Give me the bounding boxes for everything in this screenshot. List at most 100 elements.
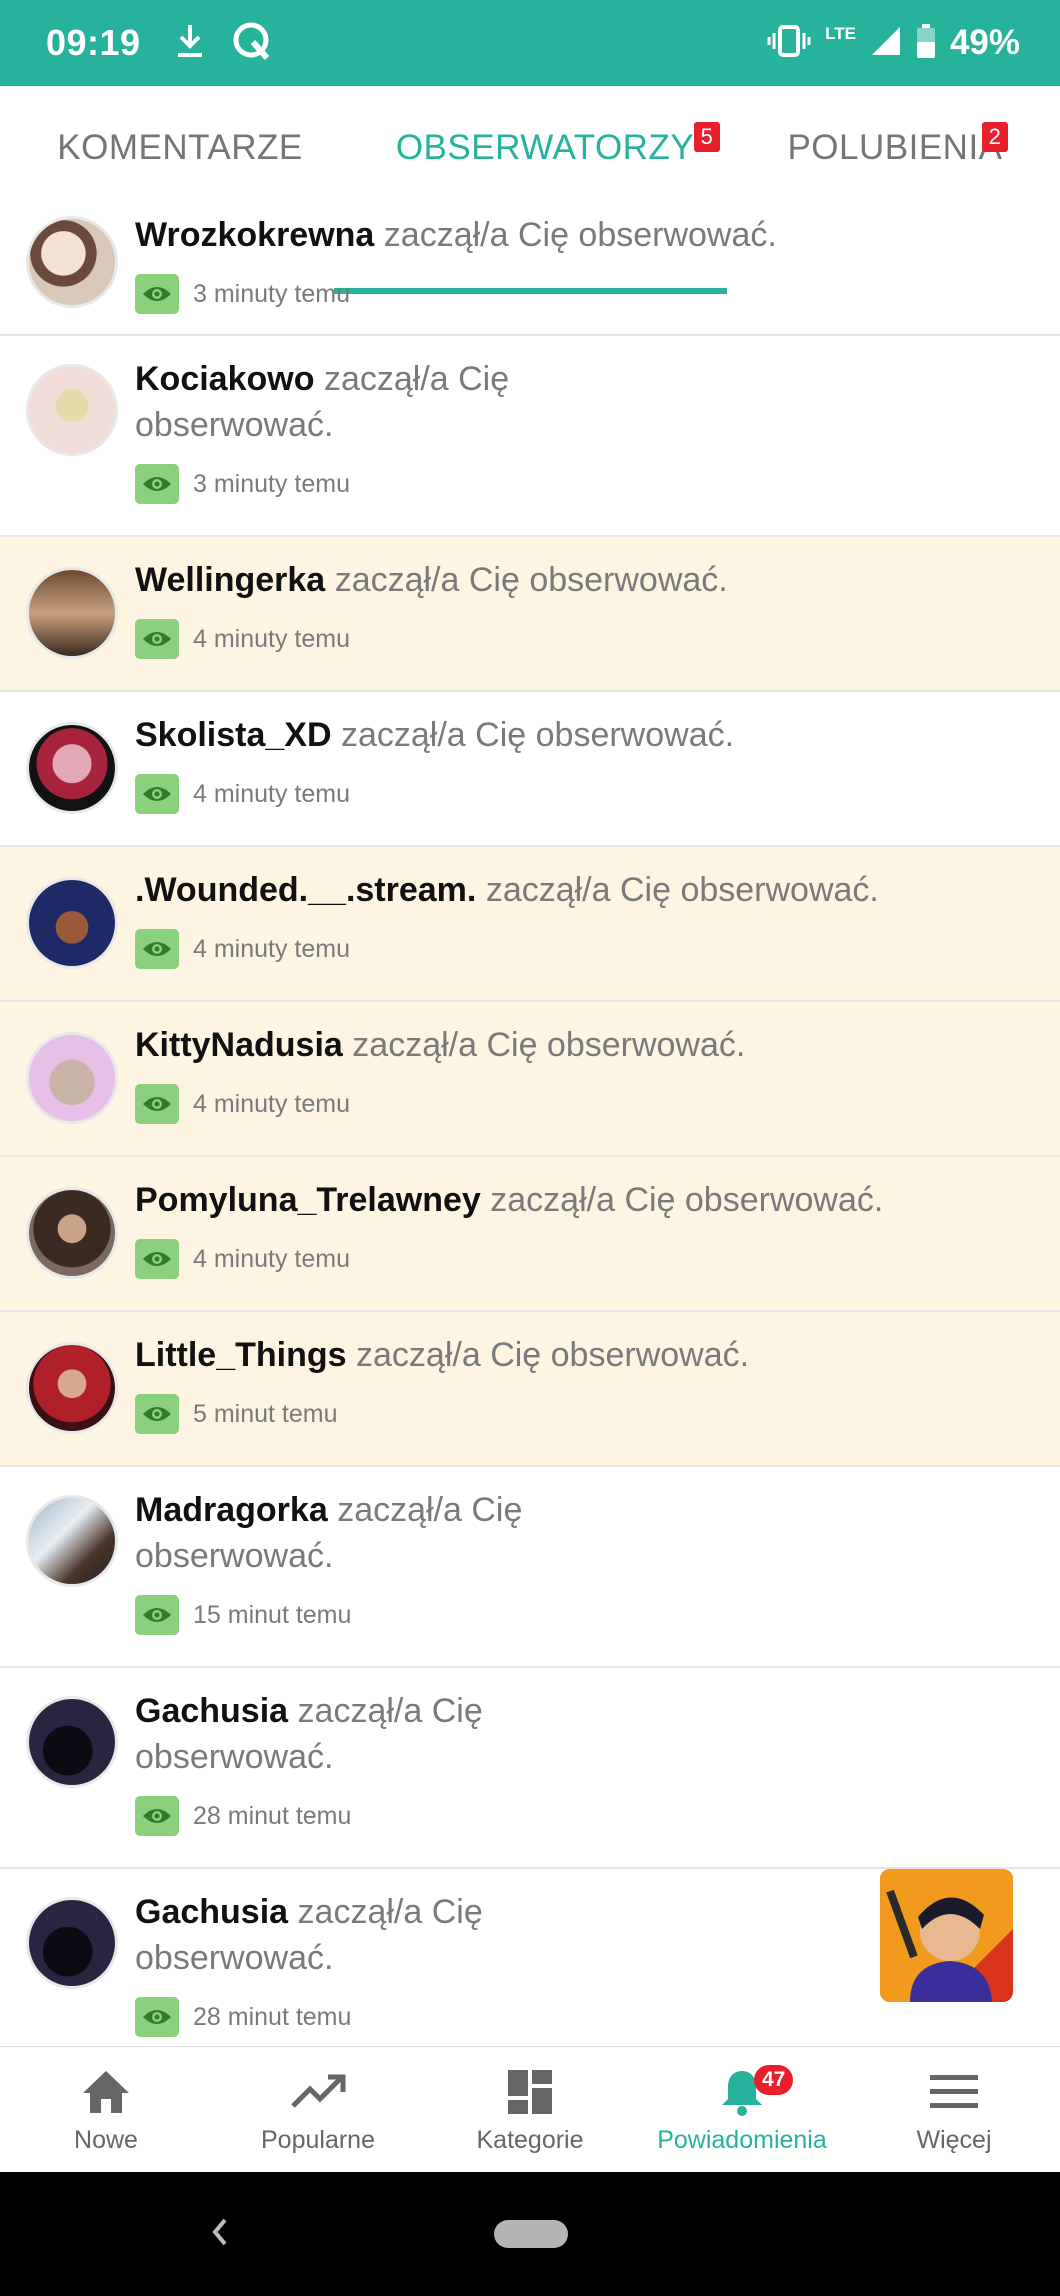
list-item[interactable]: Wrozkokrewna zaczął/a Cię obserwować. 3 … bbox=[0, 210, 1060, 336]
status-time: 09:19 bbox=[46, 22, 141, 63]
timestamp: 28 minut temu bbox=[193, 2002, 352, 2031]
eye-icon bbox=[135, 619, 179, 659]
list-item[interactable]: Pomyluna_Trelawney zaczął/a Cię obserwow… bbox=[0, 1157, 1060, 1312]
nav-label: Nowe bbox=[74, 2126, 138, 2154]
eye-icon bbox=[135, 1997, 179, 2037]
nav-powiadomienia[interactable]: 47 Powiadomienia bbox=[636, 2047, 848, 2172]
nav-label: Kategorie bbox=[476, 2126, 584, 2154]
username: KittyNadusia bbox=[135, 1026, 343, 1064]
list-item[interactable]: KittyNadusia zaczął/a Cię obserwować. 4 … bbox=[0, 1002, 1060, 1157]
eye-icon bbox=[135, 1239, 179, 1279]
username: .Wounded.__.stream. bbox=[135, 871, 477, 909]
q-app-icon bbox=[231, 20, 273, 67]
username: Gachusia bbox=[135, 1893, 289, 1931]
list-item[interactable]: .Wounded.__.stream. zaczął/a Cię obserwo… bbox=[0, 847, 1060, 1002]
avatar bbox=[26, 1342, 118, 1434]
eye-icon bbox=[135, 1394, 179, 1434]
avatar bbox=[26, 364, 118, 456]
eye-icon bbox=[135, 929, 179, 969]
nav-nowe[interactable]: Nowe bbox=[0, 2047, 212, 2172]
timestamp: 4 minuty temu bbox=[193, 1244, 351, 1273]
eye-icon bbox=[135, 1796, 179, 1836]
timestamp: 15 minut temu bbox=[193, 1600, 352, 1629]
timestamp: 4 minuty temu bbox=[193, 1089, 351, 1118]
tab-badge: 2 bbox=[982, 122, 1008, 152]
dashboard-icon bbox=[506, 2064, 554, 2120]
action-text: zaczął/a Cię obserwować. bbox=[352, 1026, 746, 1064]
avatar bbox=[26, 1897, 118, 1989]
avatar bbox=[26, 722, 118, 814]
nav-kategorie[interactable]: Kategorie bbox=[424, 2047, 636, 2172]
action-text: zaczął/a Cię obserwować. bbox=[356, 1336, 750, 1374]
list-item[interactable]: Skolista_XD zaczął/a Cię obserwować. 4 m… bbox=[0, 692, 1060, 847]
action-text: zaczął/a Cię obserwować. bbox=[485, 871, 879, 909]
list-item[interactable]: Madragorka zaczął/a Cię obserwować. 15 m… bbox=[0, 1467, 1060, 1668]
tab-polubienia[interactable]: POLUBIENIA 2 bbox=[730, 86, 1060, 210]
nav-label: Więcej bbox=[916, 2126, 992, 2154]
action-text: zaczął/a Cię obserwować. bbox=[340, 716, 735, 754]
action-text: zaczął/a Cię obserwować. bbox=[383, 216, 777, 254]
notification-count-badge: 47 bbox=[754, 2065, 794, 2095]
timestamp: 3 minuty temu bbox=[193, 279, 351, 308]
download-icon bbox=[175, 23, 205, 64]
timestamp: 3 minuty temu bbox=[193, 469, 351, 498]
timestamp: 4 minuty temu bbox=[193, 624, 351, 653]
avatar bbox=[26, 877, 118, 969]
signal-icon bbox=[870, 25, 902, 62]
username: Wrozkokrewna bbox=[135, 216, 375, 254]
notification-list: Wrozkokrewna zaczął/a Cię obserwować. 3 … bbox=[0, 210, 1060, 2070]
eye-icon bbox=[135, 1595, 179, 1635]
username: Skolista_XD bbox=[135, 716, 332, 754]
avatar bbox=[26, 567, 118, 659]
action-text: zaczął/a Cię obserwować. bbox=[490, 1181, 884, 1219]
status-bar: 09:19 LTE 49% bbox=[0, 0, 1060, 86]
list-item[interactable]: Gachusia zaczął/a Cię obserwować. 28 min… bbox=[0, 1668, 1060, 1869]
home-icon bbox=[81, 2064, 131, 2120]
nav-popularne[interactable]: Popularne bbox=[212, 2047, 424, 2172]
avatar bbox=[26, 1696, 118, 1788]
timestamp: 28 minut temu bbox=[193, 1801, 352, 1830]
eye-icon bbox=[135, 1084, 179, 1124]
avatar bbox=[26, 1187, 118, 1279]
tab-obserwatorzy[interactable]: OBSERWATORZY 5 bbox=[360, 86, 730, 210]
username: Madragorka bbox=[135, 1491, 328, 1529]
vibrate-icon bbox=[767, 23, 811, 64]
tab-label: OBSERWATORZY bbox=[395, 128, 695, 167]
menu-icon bbox=[930, 2064, 978, 2120]
tab-badge: 5 bbox=[694, 122, 720, 152]
tab-label: POLUBIENIA bbox=[787, 128, 1003, 167]
list-item[interactable]: Kociakowo zaczął/a Cię obserwować. 3 min… bbox=[0, 336, 1060, 537]
trending-icon bbox=[290, 2064, 346, 2120]
bottom-navigation: Nowe Popularne Kategorie 47 Powiadomieni… bbox=[0, 2046, 1060, 2172]
timestamp: 4 minuty temu bbox=[193, 934, 351, 963]
battery-icon bbox=[916, 23, 936, 63]
nav-label: Powiadomienia bbox=[657, 2126, 827, 2154]
profile-avatar-button[interactable] bbox=[880, 1869, 1013, 2002]
nav-label: Popularne bbox=[261, 2126, 375, 2154]
eye-icon bbox=[135, 774, 179, 814]
back-icon[interactable] bbox=[207, 2212, 231, 2257]
avatar bbox=[26, 1495, 118, 1587]
action-text: zaczął/a Cię obserwować. bbox=[334, 561, 728, 599]
list-item[interactable]: Little_Things zaczął/a Cię obserwować. 5… bbox=[0, 1312, 1060, 1467]
list-item[interactable]: Wellingerka zaczął/a Cię obserwować. 4 m… bbox=[0, 537, 1060, 692]
tab-komentarze[interactable]: KOMENTARZE bbox=[0, 86, 360, 210]
nav-wiecej[interactable]: Więcej bbox=[848, 2047, 1060, 2172]
system-navigation-bar bbox=[0, 2172, 1060, 2296]
username: Little_Things bbox=[135, 1336, 347, 1374]
eye-icon bbox=[135, 464, 179, 504]
lte-label: LTE bbox=[825, 24, 856, 43]
username: Wellingerka bbox=[135, 561, 326, 599]
username: Pomyluna_Trelawney bbox=[135, 1181, 481, 1219]
avatar bbox=[26, 216, 118, 308]
tab-label: KOMENTARZE bbox=[57, 128, 303, 167]
home-pill[interactable] bbox=[494, 2220, 568, 2248]
battery-percent: 49% bbox=[949, 23, 1020, 62]
notification-tabs: KOMENTARZE OBSERWATORZY 5 POLUBIENIA 2 bbox=[0, 86, 1060, 294]
avatar bbox=[26, 1032, 118, 1124]
username: Gachusia bbox=[135, 1692, 289, 1730]
username: Kociakowo bbox=[135, 360, 315, 398]
timestamp: 4 minuty temu bbox=[193, 779, 351, 808]
timestamp: 5 minut temu bbox=[193, 1399, 338, 1428]
eye-icon bbox=[135, 274, 179, 314]
